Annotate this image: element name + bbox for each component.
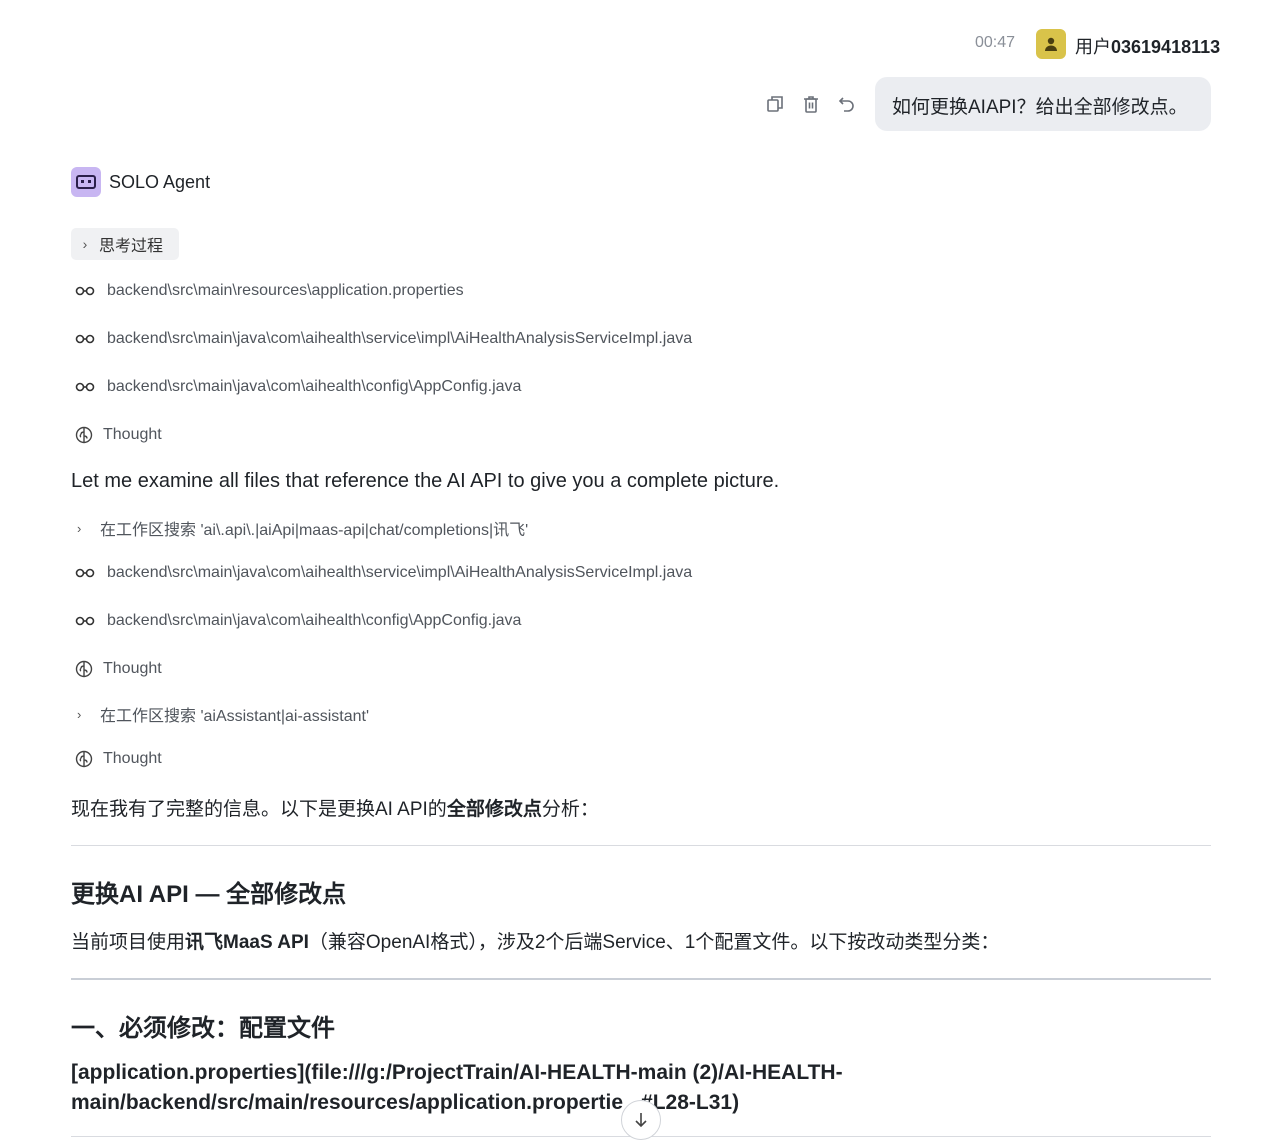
chevron-right-icon: › [82, 236, 88, 252]
answer-intro-suffix: 分析： [541, 799, 599, 820]
delete-button[interactable] [800, 93, 822, 115]
answer-intro: 现在我有了完整的信息。以下是更换AI API的全部修改点分析： [71, 794, 599, 821]
username-id: 03619418113 [1111, 37, 1221, 57]
file-read-step[interactable]: backend\src\main\java\com\aihealth\confi… [75, 609, 521, 633]
copy-button[interactable] [764, 93, 786, 115]
undo-icon [838, 97, 854, 112]
scroll-to-bottom-button[interactable] [621, 1100, 661, 1140]
answer-title: 更换AI API — 全部修改点 [71, 881, 347, 908]
file-link-line-2-text: main/backend/src/main/resources/applicat… [71, 1091, 624, 1114]
delete-icon [804, 96, 818, 113]
workspace-search-step[interactable]: › 在工作区搜索 'aiAssistant|ai-assistant' [77, 702, 369, 726]
file-path: backend\src\main\java\com\aihealth\confi… [107, 378, 522, 395]
username: 用户03619418113 [1075, 33, 1220, 59]
file-read-step[interactable]: backend\src\main\java\com\aihealth\servi… [75, 561, 692, 585]
glasses-icon [75, 283, 97, 299]
arrow-down-icon [635, 1113, 647, 1128]
answer-desc-suffix: （兼容OpenAI格式），涉及2个后端Service、1个配置文件。以下按改动类… [308, 932, 1000, 953]
chevron-right-icon: › [77, 706, 82, 722]
copy-icon [767, 96, 783, 112]
file-read-step[interactable]: backend\src\main\java\com\aihealth\confi… [75, 375, 521, 399]
search-query: 在工作区搜索 'aiAssistant|ai-assistant' [100, 708, 370, 725]
answer-intro-text: 现在我有了完整的信息。以下是更换AI API的 [71, 799, 447, 820]
glasses-icon [75, 565, 97, 581]
thought-step[interactable]: Thought [75, 657, 162, 681]
agent-name: SOLO Agent [109, 172, 211, 192]
thought-label: Thought [103, 660, 162, 677]
section-heading: 一、必须修改：配置文件 [71, 1015, 335, 1042]
thought-step[interactable]: Thought [75, 747, 162, 771]
workspace-search-step[interactable]: › 在工作区搜索 'ai\.api\.|aiApi|maas-api|chat/… [77, 516, 528, 540]
file-link-line-2: main/backend/src/main/resources/applicat… [71, 1088, 871, 1118]
file-read-step[interactable]: backend\src\main\java\com\aihealth\servi… [75, 327, 692, 351]
file-path: backend\src\main\java\com\aihealth\servi… [107, 330, 693, 347]
undo-button[interactable] [836, 93, 858, 115]
chevron-right-icon: › [77, 520, 82, 536]
thinking-process-toggle[interactable]: › 思考过程 [71, 228, 179, 260]
answer-desc-text: 当前项目使用 [71, 932, 186, 953]
divider [71, 978, 1211, 980]
file-path: backend\src\main\java\com\aihealth\confi… [107, 612, 522, 629]
glasses-icon [75, 331, 97, 347]
message-timestamp: 00:47 [975, 34, 1016, 51]
thought-step[interactable]: Thought [75, 423, 162, 447]
file-link-line-1: [application.properties](file:///g:/Proj… [71, 1061, 843, 1084]
agent-avatar [71, 167, 101, 197]
thought-label: Thought [103, 750, 162, 767]
answer-description: 当前项目使用讯飞MaaS API（兼容OpenAI格式），涉及2个后端Servi… [71, 927, 999, 954]
brain-icon [75, 660, 93, 678]
thought-label: Thought [103, 426, 162, 443]
file-path: backend\src\main\resources\application.p… [107, 282, 464, 299]
glasses-icon [75, 379, 97, 395]
user-avatar [1036, 29, 1066, 59]
brain-icon [75, 750, 93, 768]
user-icon [1045, 37, 1057, 51]
brain-icon [75, 426, 93, 444]
agent-statement: Let me examine all files that reference … [71, 470, 780, 492]
answer-intro-bold: 全部修改点 [446, 799, 542, 820]
user-message-bubble: 如何更换AIAPI？给出全部修改点。 [875, 77, 1211, 131]
glasses-icon [75, 613, 97, 629]
thinking-process-label: 思考过程 [99, 238, 164, 255]
search-query: 在工作区搜索 'ai\.api\.|aiApi|maas-api|chat/co… [100, 522, 529, 539]
robot-icon [76, 175, 96, 189]
divider [71, 845, 1211, 846]
answer-desc-bold: 讯飞MaaS API [185, 932, 309, 953]
username-prefix: 用户 [1075, 37, 1111, 57]
file-path: backend\src\main\java\com\aihealth\servi… [107, 564, 693, 581]
file-link[interactable]: [application.properties](file:///g:/Proj… [71, 1058, 871, 1118]
file-read-step[interactable]: backend\src\main\resources\application.p… [75, 279, 464, 303]
